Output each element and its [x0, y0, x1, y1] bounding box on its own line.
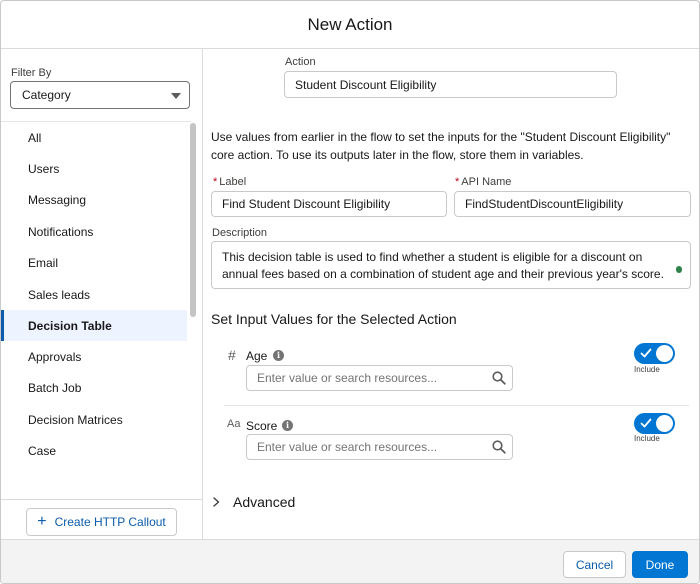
- chevron-right-icon: [213, 497, 220, 507]
- description-label: Description: [212, 227, 268, 239]
- required-marker: *: [455, 176, 460, 188]
- action-value: Student Discount Eligibility: [295, 77, 437, 92]
- check-icon: [640, 348, 652, 358]
- plus-icon: +: [37, 513, 47, 530]
- caret-down-icon: [171, 93, 181, 99]
- score-include-label: Include: [634, 434, 660, 443]
- modal-title: New Action: [307, 14, 393, 34]
- category-item-all[interactable]: All: [1, 122, 187, 153]
- modal-footer: Cancel Done: [1, 539, 699, 583]
- api-name-field-label: * API Name: [455, 176, 512, 188]
- description-textarea[interactable]: This decision table is used to find whet…: [211, 241, 691, 289]
- category-item-email[interactable]: Email: [1, 247, 187, 278]
- api-name-input-value: FindStudentDiscountEligibility: [465, 197, 624, 211]
- label-input-value: Find Student Discount Eligibility: [222, 197, 391, 211]
- grammar-indicator-icon: [676, 266, 682, 273]
- age-input-label: Age: [246, 349, 268, 363]
- info-icon[interactable]: i: [282, 420, 293, 431]
- action-details-panel: Action Student Discount Eligibility Use …: [204, 49, 699, 539]
- new-action-modal: New Action Filter By Category All Users …: [0, 0, 700, 584]
- create-http-callout-label: Create HTTP Callout: [54, 515, 166, 529]
- intro-text: Use values from earlier in the flow to s…: [211, 130, 671, 162]
- age-include-label: Include: [634, 365, 660, 374]
- category-list: All Users Messaging Notifications Email …: [1, 121, 191, 456]
- input-values-section-title: Set Input Values for the Selected Action: [211, 311, 457, 327]
- action-field[interactable]: Student Discount Eligibility: [284, 71, 617, 98]
- modal-header: New Action: [1, 1, 699, 49]
- advanced-section-toggle[interactable]: Advanced: [211, 494, 295, 510]
- category-item-notifications[interactable]: Notifications: [1, 216, 187, 247]
- toggle-knob: [656, 345, 673, 362]
- toggle-knob: [656, 415, 673, 432]
- label-field-label: * Label: [213, 176, 247, 188]
- age-value-placeholder: Enter value or search resources...: [257, 371, 438, 385]
- category-scrollbar-thumb[interactable]: [190, 123, 196, 317]
- category-item-decision-matrices[interactable]: Decision Matrices: [1, 404, 187, 435]
- category-item-messaging[interactable]: Messaging: [1, 184, 187, 215]
- filter-by-label: Filter By: [11, 67, 52, 79]
- age-value-input[interactable]: Enter value or search resources...: [246, 365, 513, 391]
- check-icon: [640, 418, 652, 428]
- description-value: This decision table is used to find whet…: [222, 250, 664, 281]
- api-name-input[interactable]: FindStudentDiscountEligibility: [454, 191, 691, 217]
- age-include-toggle[interactable]: [634, 343, 675, 364]
- score-value-input[interactable]: Enter value or search resources...: [246, 434, 513, 460]
- category-panel: Filter By Category All Users Messaging N…: [1, 49, 203, 539]
- text-type-icon: Aa: [227, 418, 241, 430]
- done-button[interactable]: Done: [632, 551, 688, 578]
- label-input[interactable]: Find Student Discount Eligibility: [211, 191, 447, 217]
- category-item-approvals[interactable]: Approvals: [1, 341, 187, 372]
- score-include-toggle[interactable]: [634, 413, 675, 434]
- required-marker: *: [213, 176, 218, 188]
- action-label: Action: [285, 56, 316, 68]
- number-type-icon: #: [228, 347, 236, 363]
- score-value-placeholder: Enter value or search resources...: [257, 440, 438, 454]
- input-row-divider: [224, 405, 689, 406]
- category-item-case[interactable]: Case: [1, 435, 187, 457]
- filter-by-select[interactable]: Category: [10, 81, 190, 109]
- filter-by-value: Category: [22, 88, 71, 102]
- category-item-sales-leads[interactable]: Sales leads: [1, 279, 187, 310]
- category-item-decision-table[interactable]: Decision Table: [1, 310, 187, 341]
- category-item-users[interactable]: Users: [1, 153, 187, 184]
- score-input-label: Score: [246, 419, 278, 433]
- search-icon: [492, 371, 506, 385]
- cancel-button[interactable]: Cancel: [563, 551, 626, 578]
- category-item-batch-job[interactable]: Batch Job: [1, 372, 187, 403]
- info-icon[interactable]: i: [273, 350, 284, 361]
- advanced-label: Advanced: [233, 494, 296, 510]
- create-http-callout-button[interactable]: + Create HTTP Callout: [26, 508, 177, 536]
- search-icon: [492, 440, 506, 454]
